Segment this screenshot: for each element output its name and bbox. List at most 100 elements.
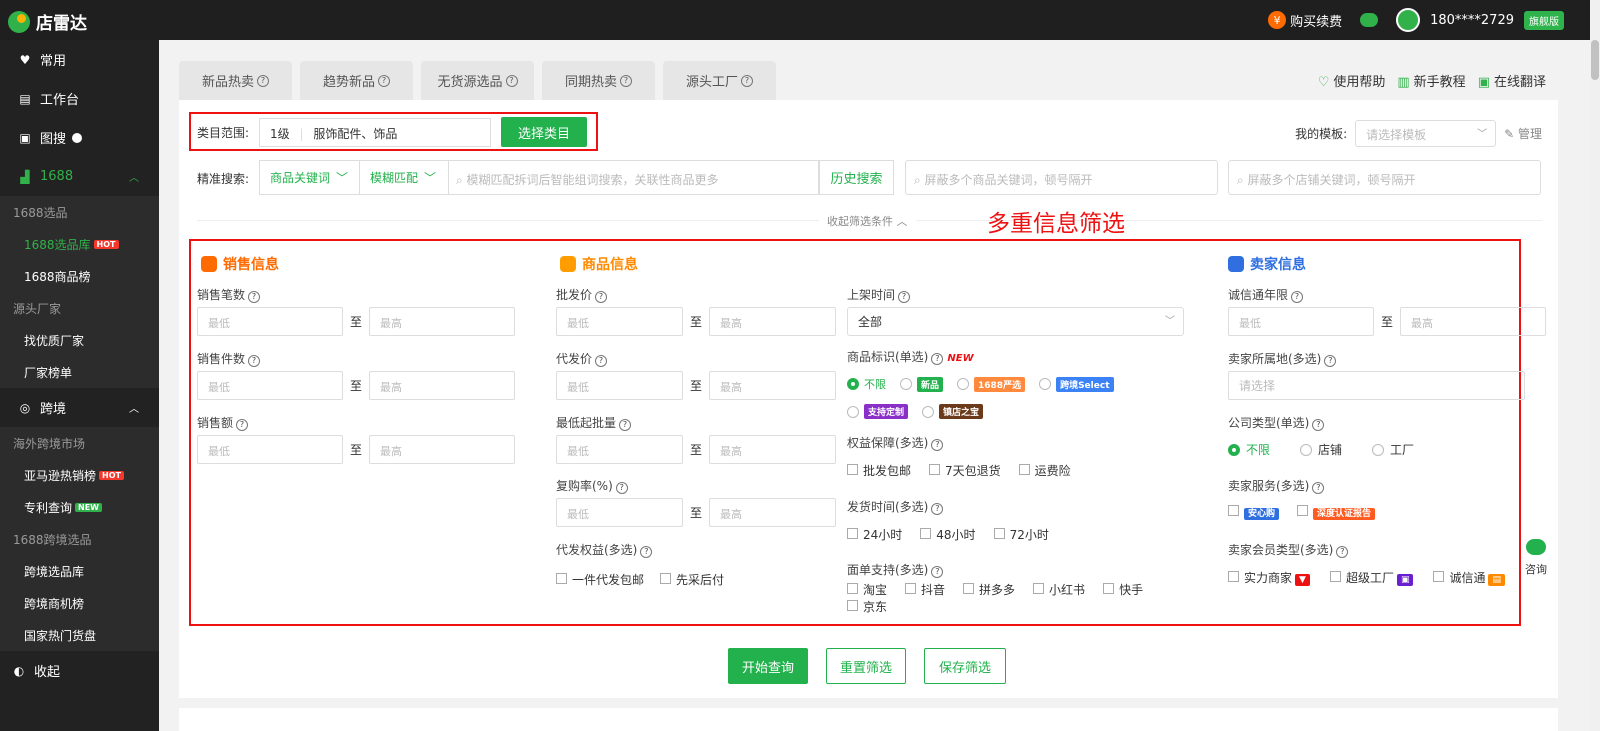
radio-unlimited[interactable]: 不限 bbox=[847, 376, 886, 392]
min-input[interactable]: 最低 bbox=[197, 371, 343, 400]
manage-link[interactable]: ✎ 管理 bbox=[1504, 125, 1542, 142]
min-input[interactable]: 最低 bbox=[197, 435, 343, 464]
sidebar-item-workbench[interactable]: ▤ 工作台 bbox=[0, 79, 159, 118]
checkbox-jd[interactable]: 京东 bbox=[847, 598, 887, 615]
scrollbar[interactable] bbox=[1590, 0, 1600, 731]
help-icon: ? bbox=[1312, 419, 1325, 431]
sidebar-item-amazon[interactable]: 亚马逊热销榜 HOT bbox=[0, 459, 159, 491]
tutorial-link[interactable]: ▥ 新手教程 bbox=[1397, 71, 1465, 90]
sidebar-item-1688[interactable]: ▟ 1688 ︿ bbox=[0, 157, 159, 196]
checkbox-pinduoduo[interactable]: 拼多多 bbox=[963, 581, 1015, 598]
buy-renew-link[interactable]: ¥ 购买续费 bbox=[1268, 11, 1342, 30]
seller-location-select[interactable]: 请选择 bbox=[1228, 371, 1525, 400]
seller-service-label: 卖家服务(多选)? bbox=[1228, 477, 1325, 494]
checkbox-pay-later[interactable]: 先采后付 bbox=[660, 571, 724, 588]
tab-same-period[interactable]: 同期热卖? bbox=[542, 61, 655, 100]
sidebar-item-factory-ranking[interactable]: 厂家榜单 bbox=[0, 356, 159, 388]
max-input[interactable]: 最高 bbox=[709, 435, 837, 464]
checkbox-xiaohongshu[interactable]: 小红书 bbox=[1033, 581, 1085, 598]
radio-1688-strict[interactable]: 1688严选 bbox=[957, 376, 1026, 392]
max-input[interactable]: 最高 bbox=[709, 498, 837, 527]
max-input[interactable]: 最高 bbox=[369, 435, 516, 464]
checkbox-72h[interactable]: 72小时 bbox=[993, 526, 1049, 543]
radio-company-shop[interactable]: 店铺 bbox=[1300, 441, 1342, 458]
checkbox-7day-return[interactable]: 7天包退货 bbox=[929, 462, 1001, 479]
min-input[interactable]: 最低 bbox=[556, 435, 683, 464]
sales-pieces-range: 最低至最高 bbox=[197, 371, 516, 400]
block-shops-input[interactable]: ⌕ 屏蔽多个店铺关键词，顿号隔开 bbox=[1228, 160, 1541, 195]
min-input[interactable]: 最低 bbox=[197, 307, 343, 336]
reset-filter-button[interactable]: 重置筛选 bbox=[826, 648, 906, 684]
select-category-button[interactable]: 选择类目 bbox=[501, 117, 587, 147]
min-input[interactable]: 最低 bbox=[556, 307, 683, 336]
keyword-type-select[interactable]: 商品关键词 ﹀ bbox=[259, 160, 360, 195]
max-input[interactable]: 最高 bbox=[369, 307, 516, 336]
category-input[interactable]: 1级 | 服饰配件、饰品 bbox=[259, 118, 491, 147]
annotation-title: 多重信息筛选 bbox=[987, 211, 1125, 237]
history-search-button[interactable]: 历史搜索 bbox=[819, 160, 894, 195]
checkbox-strong-merchant[interactable]: 实力商家 ▼ bbox=[1228, 569, 1310, 586]
template-select[interactable]: 请选择模板 ﹀ bbox=[1355, 120, 1497, 147]
logo[interactable]: 店雷达 bbox=[8, 9, 87, 34]
sidebar-item-1688-library[interactable]: 1688选品库 HOT bbox=[0, 228, 159, 260]
avatar[interactable] bbox=[1396, 8, 1421, 32]
seller-service-options: 安心购 深度认证报告 bbox=[1228, 505, 1376, 520]
checkbox-free-ship[interactable]: 一件代发包邮 bbox=[556, 571, 644, 588]
checkbox-freight-insurance[interactable]: 运费险 bbox=[1018, 462, 1071, 479]
sidebar-item-image-search[interactable]: ▣ 图搜 bbox=[0, 118, 159, 157]
hot-badge: HOT bbox=[99, 470, 124, 480]
min-input[interactable]: 最低 bbox=[1228, 307, 1374, 336]
checkbox-kuaishou[interactable]: 快手 bbox=[1103, 581, 1143, 598]
scrollbar-thumb[interactable] bbox=[1591, 40, 1599, 80]
radio-treasure[interactable]: 镇店之宝 bbox=[922, 404, 984, 419]
sidebar-item-find-factory[interactable]: 找优质厂家 bbox=[0, 324, 159, 356]
keyword-search-input[interactable]: ⌕ 模糊匹配拆词后智能组词搜索，关联性商品更多 bbox=[448, 160, 819, 195]
tab-new-hot[interactable]: 新品热卖? bbox=[179, 61, 292, 100]
collapse-filters-toggle[interactable]: 收起筛选条件 ︿ bbox=[819, 213, 916, 229]
start-query-button[interactable]: 开始查询 bbox=[728, 648, 808, 684]
max-input[interactable]: 最高 bbox=[709, 307, 837, 336]
min-input[interactable]: 最低 bbox=[556, 371, 683, 400]
block-goods-input[interactable]: ⌕ 屏蔽多个商品关键词，顿号隔开 bbox=[905, 160, 1218, 195]
sidebar-item-cross-border[interactable]: ◎ 跨境 ︿ bbox=[0, 388, 159, 427]
checkbox-super-factory[interactable]: 超级工厂 ▣ bbox=[1329, 569, 1414, 586]
translate-link[interactable]: ▣ 在线翻译 bbox=[1478, 71, 1546, 90]
max-input[interactable]: 最高 bbox=[709, 371, 837, 400]
tab-trend-new[interactable]: 趋势新品? bbox=[300, 61, 413, 100]
sidebar-item-cross-opportunity[interactable]: 跨境商机榜 bbox=[0, 587, 159, 619]
sidebar-item-patent[interactable]: 专利查询 NEW bbox=[0, 491, 159, 523]
download-cloud-icon[interactable] bbox=[1360, 13, 1379, 27]
checkbox-safe-buy[interactable]: 安心购 bbox=[1228, 505, 1280, 520]
tab-source-factory[interactable]: 源头工厂? bbox=[663, 61, 776, 100]
usage-help-link[interactable]: ♡ 使用帮助 bbox=[1318, 71, 1386, 90]
save-filter-button[interactable]: 保存筛选 bbox=[924, 648, 1006, 684]
match-mode-select[interactable]: 模糊匹配 ﹀ bbox=[359, 160, 449, 195]
wechat-icon bbox=[1526, 539, 1546, 555]
wholesale-price-label: 批发价? bbox=[556, 286, 608, 303]
checkbox-deep-cert[interactable]: 深度认证报告 bbox=[1297, 505, 1376, 520]
radio-custom[interactable]: 支持定制 bbox=[847, 404, 909, 419]
radio-company-unlimited[interactable]: 不限 bbox=[1228, 441, 1270, 458]
checkbox-wholesale-ship[interactable]: 批发包邮 bbox=[847, 462, 911, 479]
sidebar-item-1688-ranking[interactable]: 1688商品榜 bbox=[0, 260, 159, 292]
translate-icon: ▣ bbox=[1477, 75, 1490, 90]
sidebar-item-cross-library[interactable]: 跨境选品库 bbox=[0, 555, 159, 587]
sidebar-item-favorites[interactable]: ♥ 常用 bbox=[0, 40, 159, 79]
checkbox-integrity[interactable]: 诚信通 ▤ bbox=[1433, 569, 1505, 586]
radio-company-factory[interactable]: 工厂 bbox=[1372, 441, 1414, 458]
checkbox-24h[interactable]: 24小时 bbox=[847, 526, 902, 543]
sidebar-item-national-goods[interactable]: 国家热门货盘 bbox=[0, 619, 159, 651]
user-phone[interactable]: 180****2729 bbox=[1430, 13, 1514, 28]
max-input[interactable]: 最高 bbox=[369, 371, 516, 400]
list-time-select[interactable]: 全部 ﹀ bbox=[847, 307, 1184, 336]
radio-new-goods[interactable]: 新品 bbox=[900, 376, 944, 392]
radio-cross-select[interactable]: 跨境Select bbox=[1039, 376, 1114, 392]
consult-button[interactable]: 咨询 bbox=[1519, 527, 1553, 587]
checkbox-taobao[interactable]: 淘宝 bbox=[847, 581, 887, 598]
checkbox-48h[interactable]: 48小时 bbox=[920, 526, 976, 543]
sidebar-collapse[interactable]: ◐ 收起 bbox=[0, 651, 159, 690]
max-input[interactable]: 最高 bbox=[1400, 307, 1547, 336]
tab-no-stock[interactable]: 无货源选品? bbox=[421, 61, 534, 100]
min-input[interactable]: 最低 bbox=[556, 498, 683, 527]
checkbox-douyin[interactable]: 抖音 bbox=[905, 581, 945, 598]
